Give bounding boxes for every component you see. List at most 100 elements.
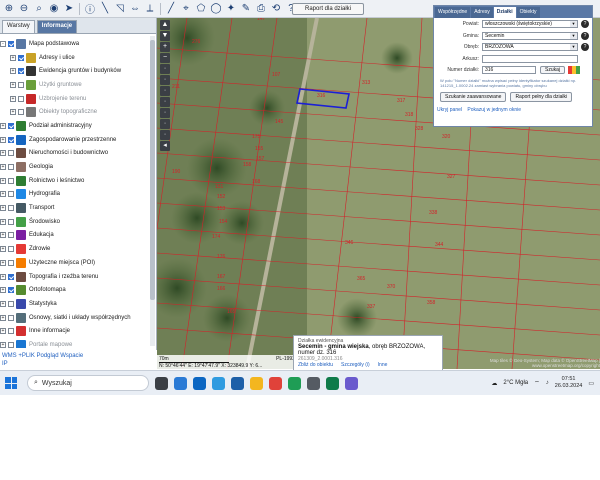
parcel-number-label[interactable]: 337 [367,304,376,310]
layer-checkbox[interactable] [8,232,14,239]
expand-toggle-icon[interactable]: + [0,205,6,212]
expand-toggle-icon[interactable]: + [0,341,6,348]
expand-toggle-icon[interactable]: + [10,95,16,102]
layer-item[interactable]: + Inne informacje [0,324,156,338]
parcel-number-label[interactable]: 365 [357,276,366,282]
edge-icon[interactable] [174,376,187,390]
other-link[interactable]: Inne [378,362,388,368]
info-tool-icon[interactable]: ⓘ [83,2,97,16]
parcel-number-label[interactable]: 167 [217,274,226,280]
excel-icon[interactable] [326,376,339,390]
layer-item[interactable]: + Portale mapowe [0,338,156,348]
parcel-number-label[interactable]: 346 [345,240,354,246]
layer-checkbox[interactable] [18,109,24,116]
task-view-icon[interactable] [155,376,168,390]
one-window-link[interactable]: Pokazuj w jednym oknie [467,107,521,113]
layer-checkbox[interactable] [8,136,14,143]
layer-checkbox[interactable] [8,314,14,321]
layer-checkbox[interactable] [8,191,14,198]
footer-ip[interactable]: IP [2,360,155,368]
parcel-number-label[interactable]: 158 [243,162,252,168]
zoom-level-icon[interactable]: · [160,64,170,74]
zoom-level-icon-2[interactable]: · [160,75,170,85]
expand-toggle-icon[interactable]: + [0,150,6,157]
expand-toggle-icon[interactable]: - [0,40,6,47]
weather-icon[interactable]: ☁ [491,380,497,387]
chevron-down-icon[interactable]: ▼ [570,21,577,28]
layer-item[interactable]: + Ewidencja gruntów i budynków [0,64,156,78]
layer-item[interactable]: + Zdrowie [0,242,156,256]
footer-links[interactable]: WMS +PLIK Podgląd Wspacie [2,352,155,360]
layer-checkbox[interactable] [8,122,14,129]
expand-toggle-icon[interactable]: + [0,287,6,294]
parcel-number-label[interactable]: 328 [415,126,424,132]
layer-checkbox[interactable] [8,40,14,47]
layer-checkbox[interactable] [18,95,24,102]
layer-checkbox[interactable] [8,246,14,253]
draw-line-icon[interactable]: ╱ [164,2,178,16]
layer-checkbox[interactable] [8,273,14,280]
layer-checkbox[interactable] [18,68,24,75]
tab-informacje[interactable]: Informacje [36,20,78,33]
expand-toggle-icon[interactable]: + [10,54,16,61]
hide-panel-link[interactable]: Ukryj panel [437,107,462,113]
layer-item[interactable]: + Geologia [0,160,156,174]
expand-toggle-icon[interactable]: + [0,136,6,143]
tab-warstwy[interactable]: Warstwy [2,20,35,33]
zoom-box-icon[interactable]: ⌕ [32,2,46,16]
full-report-button[interactable]: Raport pełny dla działki [510,91,573,102]
parcel-number-label[interactable]: 155 [255,146,264,152]
expand-toggle-icon[interactable]: + [0,164,6,171]
annotate-icon[interactable]: ✎ [239,2,253,16]
parcel-number-label[interactable]: 320 [442,134,451,140]
parcel-number-label[interactable]: 176 [217,254,226,260]
details-link[interactable]: Szczegóły (i) [341,362,370,368]
star-tool-icon[interactable]: ✦ [224,2,238,16]
zoom-in-icon[interactable]: + [160,42,170,52]
draw-circle-icon[interactable]: ◯ [209,2,223,16]
scrollbar-thumb[interactable] [150,40,155,300]
parcel-number-label[interactable]: 165 [227,309,236,315]
app-icon[interactable] [307,376,320,390]
notifications-icon[interactable]: ▭ [588,380,594,387]
layer-checkbox[interactable] [8,259,14,266]
layer-checkbox[interactable] [8,328,14,335]
numer-input[interactable]: 316 [482,66,536,75]
szukaj-button[interactable]: Szukaj [540,66,566,75]
outlook-icon[interactable] [231,376,244,390]
layer-item[interactable]: + Osnowy, siatki i układy współrzędnych [0,311,156,325]
layer-item[interactable]: + Hydrografia [0,188,156,202]
parcel-number-label[interactable]: 316 [317,93,326,99]
layer-item[interactable]: + Edukacja [0,229,156,243]
layers-scrollbar[interactable] [150,36,155,346]
files-icon[interactable] [250,376,263,390]
gmina-select[interactable]: Secemin ▼ [482,31,578,40]
zoom-out-icon[interactable]: − [160,53,170,63]
obreb-select[interactable]: BRZOZOWA ▼ [482,43,578,52]
expand-toggle-icon[interactable]: + [0,273,6,280]
zoom-to-object-link[interactable]: Zbliż do obiektu [298,362,333,368]
parcel-number-label[interactable]: 145 [275,119,284,125]
store-icon[interactable] [193,376,206,390]
help-icon[interactable]: ? [581,20,589,29]
parcel-number-label[interactable]: 190 [172,169,181,175]
layer-item[interactable]: + Rolnictwo i leśnictwo [0,174,156,188]
parcel-number-label[interactable]: 151 [215,184,224,190]
layer-item[interactable]: + Transport [0,201,156,215]
expand-toggle-icon[interactable]: + [0,328,6,335]
share-icon[interactable]: ⟲ [269,2,283,16]
layer-item[interactable]: + Adresy i ulice [0,51,156,65]
chrome-icon[interactable] [269,376,282,390]
parcel-number-label[interactable]: 344 [435,242,444,248]
layer-item[interactable]: + Topografia i rzeźba terenu [0,270,156,284]
network-icon[interactable]: ⌔ [534,379,540,387]
windows-start-icon[interactable] [5,377,17,389]
tab-obiekty[interactable]: Obiekty [516,7,540,18]
help-icon[interactable]: ? [581,43,589,52]
chevron-down-icon[interactable]: ▼ [570,32,577,39]
print-icon[interactable]: ⎙ [254,2,268,16]
color-legend-icon[interactable] [568,66,581,75]
volume-icon[interactable]: ♪ [546,380,549,386]
parcel-number-label[interactable]: 370 [387,284,396,290]
spotify-icon[interactable] [288,376,301,390]
